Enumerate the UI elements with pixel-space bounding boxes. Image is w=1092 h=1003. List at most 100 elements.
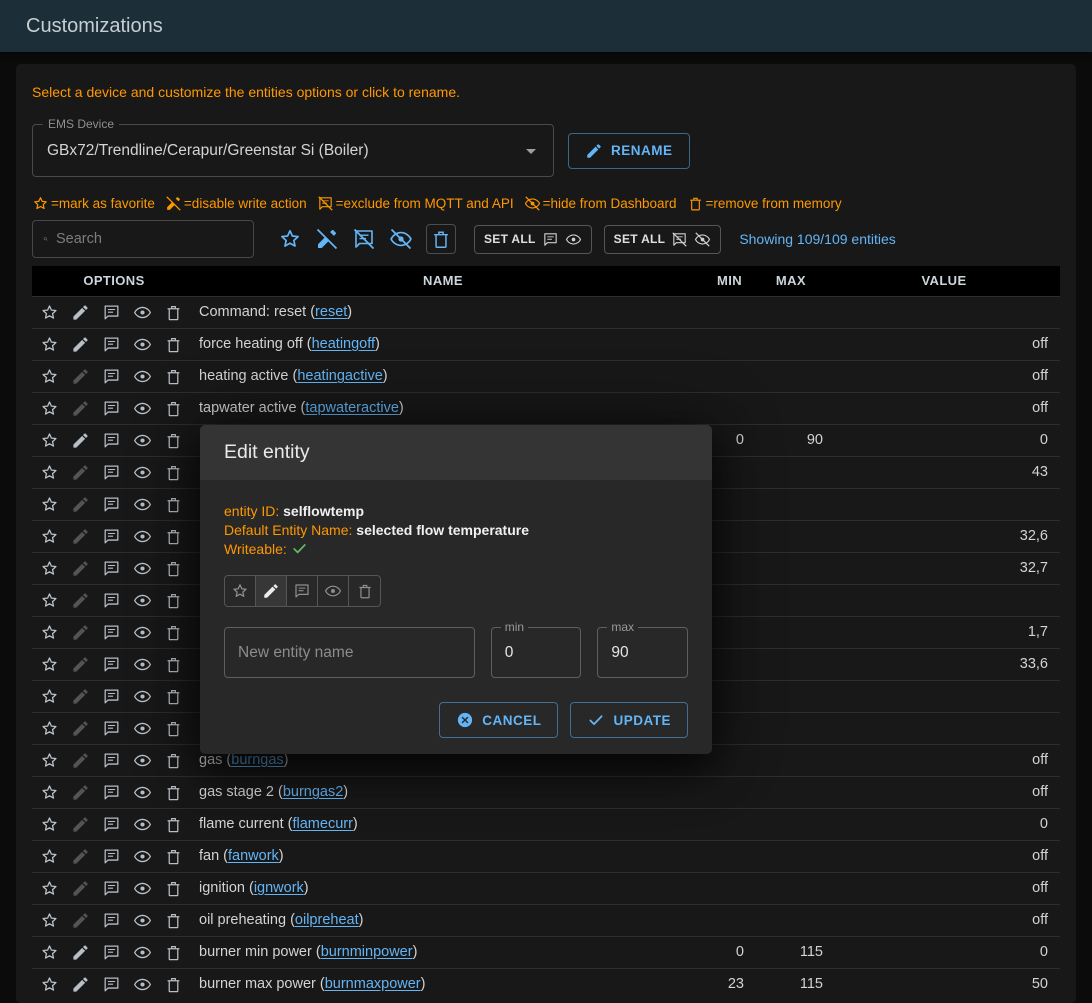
- toggle-hide-dashboard[interactable]: [318, 576, 349, 606]
- mqtt-icon[interactable]: [102, 783, 121, 802]
- visibility-icon[interactable]: [133, 655, 152, 674]
- delete-icon[interactable]: [164, 399, 183, 418]
- filter-hide-dashboard-icon[interactable]: [389, 227, 413, 251]
- mqtt-icon[interactable]: [102, 975, 121, 994]
- delete-icon[interactable]: [164, 719, 183, 738]
- mqtt-icon[interactable]: [102, 655, 121, 674]
- favorite-star-icon[interactable]: [40, 783, 59, 802]
- new-entity-name-input[interactable]: [238, 644, 461, 662]
- favorite-star-icon[interactable]: [40, 655, 59, 674]
- mqtt-icon[interactable]: [102, 303, 121, 322]
- visibility-icon[interactable]: [133, 495, 152, 514]
- visibility-icon[interactable]: [133, 367, 152, 386]
- visibility-icon[interactable]: [133, 463, 152, 482]
- edit-name-icon[interactable]: [71, 815, 90, 834]
- favorite-star-icon[interactable]: [40, 559, 59, 578]
- delete-icon[interactable]: [164, 367, 183, 386]
- new-entity-name-field[interactable]: [224, 627, 475, 678]
- mqtt-icon[interactable]: [102, 911, 121, 930]
- visibility-icon[interactable]: [133, 623, 152, 642]
- delete-icon[interactable]: [164, 335, 183, 354]
- edit-name-icon[interactable]: [71, 431, 90, 450]
- favorite-star-icon[interactable]: [40, 719, 59, 738]
- edit-name-icon[interactable]: [71, 399, 90, 418]
- entity-shortname-link[interactable]: burngas: [231, 752, 283, 768]
- min-input[interactable]: [505, 644, 568, 662]
- delete-icon[interactable]: [164, 943, 183, 962]
- favorite-star-icon[interactable]: [40, 975, 59, 994]
- filter-remove-icon[interactable]: [426, 224, 456, 254]
- visibility-icon[interactable]: [133, 783, 152, 802]
- delete-icon[interactable]: [164, 847, 183, 866]
- visibility-icon[interactable]: [133, 303, 152, 322]
- edit-name-icon[interactable]: [71, 751, 90, 770]
- visibility-icon[interactable]: [133, 591, 152, 610]
- delete-icon[interactable]: [164, 623, 183, 642]
- edit-name-icon[interactable]: [71, 559, 90, 578]
- visibility-icon[interactable]: [133, 975, 152, 994]
- visibility-icon[interactable]: [133, 751, 152, 770]
- edit-name-icon[interactable]: [71, 783, 90, 802]
- delete-icon[interactable]: [164, 495, 183, 514]
- entity-shortname-link[interactable]: fanwork: [228, 848, 279, 864]
- entity-shortname-link[interactable]: tapwateractive: [305, 400, 399, 416]
- delete-icon[interactable]: [164, 879, 183, 898]
- edit-name-icon[interactable]: [71, 975, 90, 994]
- favorite-star-icon[interactable]: [40, 335, 59, 354]
- edit-name-icon[interactable]: [71, 303, 90, 322]
- entity-shortname-link[interactable]: oilpreheat: [295, 912, 359, 928]
- delete-icon[interactable]: [164, 463, 183, 482]
- mqtt-icon[interactable]: [102, 623, 121, 642]
- mqtt-icon[interactable]: [102, 495, 121, 514]
- mqtt-icon[interactable]: [102, 879, 121, 898]
- max-input[interactable]: [611, 644, 674, 662]
- mqtt-icon[interactable]: [102, 527, 121, 546]
- favorite-star-icon[interactable]: [40, 367, 59, 386]
- delete-icon[interactable]: [164, 431, 183, 450]
- toggle-favorite[interactable]: [225, 576, 256, 606]
- visibility-icon[interactable]: [133, 911, 152, 930]
- edit-name-icon[interactable]: [71, 655, 90, 674]
- min-field[interactable]: min: [491, 627, 582, 678]
- mqtt-icon[interactable]: [102, 559, 121, 578]
- edit-name-icon[interactable]: [71, 463, 90, 482]
- entity-shortname-link[interactable]: burnmaxpower: [325, 976, 421, 992]
- mqtt-icon[interactable]: [102, 367, 121, 386]
- mqtt-icon[interactable]: [102, 335, 121, 354]
- filter-exclude-mqtt-icon[interactable]: [352, 227, 376, 251]
- edit-name-icon[interactable]: [71, 847, 90, 866]
- visibility-icon[interactable]: [133, 431, 152, 450]
- entity-shortname-link[interactable]: burnminpower: [321, 944, 413, 960]
- mqtt-icon[interactable]: [102, 943, 121, 962]
- delete-icon[interactable]: [164, 687, 183, 706]
- mqtt-icon[interactable]: [102, 751, 121, 770]
- edit-name-icon[interactable]: [71, 367, 90, 386]
- entity-shortname-link[interactable]: heatingoff: [312, 336, 375, 352]
- toggle-exclude-mqtt[interactable]: [287, 576, 318, 606]
- toggle-write[interactable]: [256, 576, 287, 606]
- delete-icon[interactable]: [164, 815, 183, 834]
- favorite-star-icon[interactable]: [40, 911, 59, 930]
- delete-icon[interactable]: [164, 911, 183, 930]
- mqtt-icon[interactable]: [102, 687, 121, 706]
- delete-icon[interactable]: [164, 303, 183, 322]
- visibility-icon[interactable]: [133, 879, 152, 898]
- edit-name-icon[interactable]: [71, 623, 90, 642]
- mqtt-icon[interactable]: [102, 591, 121, 610]
- delete-icon[interactable]: [164, 527, 183, 546]
- delete-icon[interactable]: [164, 783, 183, 802]
- entity-shortname-link[interactable]: ignwork: [254, 880, 304, 896]
- favorite-star-icon[interactable]: [40, 399, 59, 418]
- entity-shortname-link[interactable]: heatingactive: [297, 368, 382, 384]
- mqtt-icon[interactable]: [102, 431, 121, 450]
- favorite-star-icon[interactable]: [40, 879, 59, 898]
- favorite-star-icon[interactable]: [40, 751, 59, 770]
- search-field[interactable]: [32, 220, 254, 258]
- favorite-star-icon[interactable]: [40, 815, 59, 834]
- visibility-icon[interactable]: [133, 399, 152, 418]
- visibility-icon[interactable]: [133, 527, 152, 546]
- filter-favorite-icon[interactable]: [278, 227, 302, 251]
- favorite-star-icon[interactable]: [40, 431, 59, 450]
- edit-name-icon[interactable]: [71, 943, 90, 962]
- ems-device-select[interactable]: EMS Device GBx72/Trendline/Cerapur/Green…: [32, 124, 554, 177]
